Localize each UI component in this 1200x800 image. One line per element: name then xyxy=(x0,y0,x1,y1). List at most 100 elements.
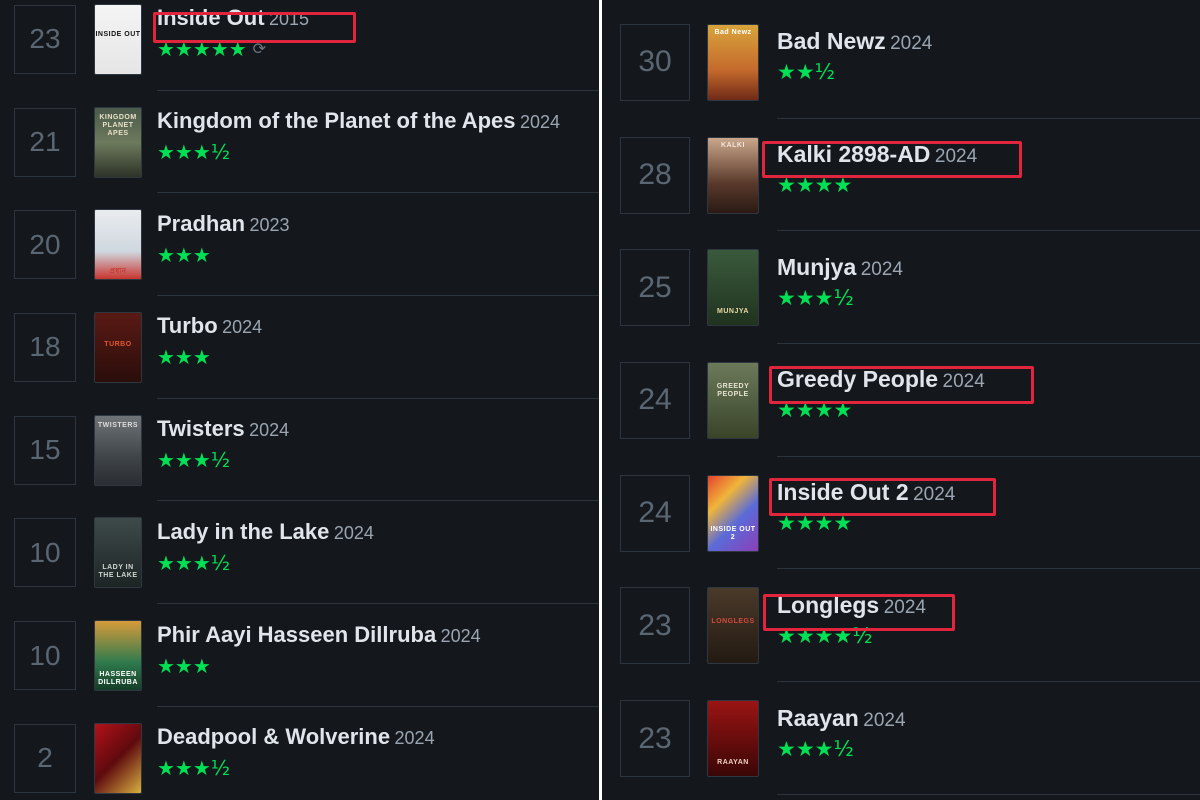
rank-number: 23 xyxy=(620,700,690,778)
film-year[interactable]: 2024 xyxy=(861,259,903,280)
film-poster[interactable]: LADY IN THE LAKE xyxy=(94,517,142,589)
rating-stars: ★★★½ xyxy=(777,736,854,761)
poster-text: HASSEEN DILLRUBA xyxy=(98,671,138,687)
film-title[interactable]: Twisters xyxy=(157,416,245,441)
poster-text: MUNJYA xyxy=(717,308,749,316)
rank-number: 28 xyxy=(620,136,690,214)
poster-text: RAAYAN xyxy=(717,759,749,767)
star-rating: ★★★½ xyxy=(157,756,230,780)
left-film-list: 23 INSIDE OUT Inside Out 2015 ★★★★★ ⟳ 21 KINGD… xyxy=(0,0,599,800)
film-title-line[interactable]: Raayan 2024 xyxy=(777,705,906,732)
right-film-list: 30 Bad Newz Bad Newz 2024 ★★½ 28 KALKI Kalki 2… xyxy=(602,0,1200,800)
film-poster[interactable]: Bad Newz xyxy=(707,23,759,101)
rank-number: 30 xyxy=(620,23,690,101)
film-row-kingdom-of-the-planet-of-the-apes[interactable]: 21 KINGDOM PLANET APES Kingdom of the Plan… xyxy=(0,91,599,194)
film-row-phir-aayi-hasseen-dillruba[interactable]: 10 HASSEEN DILLRUBA Phir Aayi Hasseen Dill… xyxy=(0,604,599,707)
rank-number: 24 xyxy=(620,474,690,552)
poster-text: TWISTERS xyxy=(97,421,139,429)
highlight-box xyxy=(769,366,1034,404)
star-rating: ★★½ xyxy=(777,60,835,84)
star-rating: ★★★½ xyxy=(777,737,854,761)
poster-text: TURBO xyxy=(104,340,132,348)
poster-text: প্রধান xyxy=(109,268,127,276)
film-row-twisters[interactable]: 15 TWISTERS Twisters 2024 ★★★½ xyxy=(0,399,599,502)
film-title-line[interactable]: Deadpool & Wolverine 2024 xyxy=(157,724,435,750)
film-poster[interactable] xyxy=(94,722,142,794)
film-title[interactable]: Munjya xyxy=(777,254,856,280)
film-title-line[interactable]: Munjya 2024 xyxy=(777,254,903,281)
rank-number: 23 xyxy=(620,587,690,665)
film-poster[interactable]: RAAYAN xyxy=(707,700,759,778)
star-rating: ★★★ xyxy=(157,654,211,678)
film-row-munjya[interactable]: 25 MUNJYA Munjya 2024 ★★★½ xyxy=(602,231,1200,345)
film-year[interactable]: 2023 xyxy=(249,215,289,235)
film-row-deadpool-wolverine[interactable]: 2 Deadpool & Wolverine 2024 ★★★½ xyxy=(0,707,599,800)
rating-stars: ★★★½ xyxy=(157,448,231,473)
film-title-line[interactable]: Kingdom of the Planet of the Apes 2024 xyxy=(157,108,560,134)
poster-text: LONGLEGS xyxy=(711,618,755,626)
rank-number: 24 xyxy=(620,361,690,439)
star-rating: ★★★½ xyxy=(777,286,854,310)
film-row-lady-in-the-lake[interactable]: 10 LADY IN THE LAKE Lady in the Lake 2024 ★… xyxy=(0,502,599,605)
film-year[interactable]: 2024 xyxy=(441,626,481,646)
film-year[interactable]: 2024 xyxy=(395,728,435,748)
rank-number: 20 xyxy=(14,210,76,280)
film-title[interactable]: Turbo xyxy=(157,313,218,338)
film-poster[interactable]: LONGLEGS xyxy=(707,587,759,665)
film-title-line[interactable]: Pradhan 2023 xyxy=(157,211,290,237)
film-title-line[interactable]: Turbo 2024 xyxy=(157,313,262,339)
film-year[interactable]: 2024 xyxy=(222,317,262,337)
film-row-pradhan[interactable]: 20 প্রধান Pradhan 2023 ★★★ xyxy=(0,193,599,297)
rating-stars: ★★★ xyxy=(157,653,211,678)
film-title[interactable]: Pradhan xyxy=(157,211,245,236)
poster-text: KALKI xyxy=(721,141,745,149)
film-poster[interactable]: KALKI xyxy=(707,136,759,214)
film-poster[interactable]: TWISTERS xyxy=(94,414,142,486)
rank-number: 25 xyxy=(620,249,690,327)
film-poster[interactable]: প্রধান xyxy=(94,209,142,281)
film-title[interactable]: Lady in the Lake xyxy=(157,519,329,544)
film-title[interactable]: Phir Aayi Hasseen Dillruba xyxy=(157,622,436,647)
star-rating: ★★★½ xyxy=(157,140,230,164)
rank-number: 18 xyxy=(14,312,76,382)
film-title[interactable]: Bad Newz xyxy=(777,28,886,54)
poster-text: INSIDE OUT 2 xyxy=(710,525,756,541)
rating-stars: ★★★½ xyxy=(777,285,854,310)
film-poster[interactable]: MUNJYA xyxy=(707,249,759,327)
poster-text: KINGDOM PLANET APES xyxy=(99,113,137,137)
film-row-bad-newz[interactable]: 30 Bad Newz Bad Newz 2024 ★★½ xyxy=(602,6,1200,119)
star-rating: ★★★½ xyxy=(157,448,230,472)
film-year[interactable]: 2024 xyxy=(334,523,374,543)
film-title[interactable]: Kingdom of the Planet of the Apes xyxy=(157,108,516,133)
highlight-box xyxy=(762,141,1022,178)
star-rating: ★★★ xyxy=(157,243,211,267)
rating-stars: ★★½ xyxy=(777,60,836,85)
star-rating: ★★★½ xyxy=(157,551,230,575)
film-year[interactable]: 2024 xyxy=(890,33,932,54)
film-year[interactable]: 2024 xyxy=(249,420,289,440)
film-row-turbo[interactable]: 18 TURBO Turbo 2024 ★★★ xyxy=(0,296,599,399)
film-poster[interactable]: KINGDOM PLANET APES xyxy=(94,106,142,178)
poster-text: Bad Newz xyxy=(714,28,752,36)
film-title[interactable]: Raayan xyxy=(777,705,859,731)
film-poster[interactable]: GREEDY PEOPLE xyxy=(707,361,759,439)
rating-stars: ★★★ xyxy=(157,242,211,267)
film-poster[interactable]: TURBO xyxy=(94,311,142,383)
poster-text: GREEDY PEOPLE xyxy=(716,382,750,398)
poster-text: LADY IN THE LAKE xyxy=(98,564,138,580)
rating-stars: ★★★½ xyxy=(157,550,231,575)
rank-number: 21 xyxy=(14,107,76,177)
star-rating: ★★★ xyxy=(157,345,211,369)
film-year[interactable]: 2024 xyxy=(863,710,905,731)
film-row-raayan[interactable]: 23 RAAYAN Raayan 2024 ★★★½ xyxy=(602,682,1200,795)
film-title-line[interactable]: Phir Aayi Hasseen Dillruba 2024 xyxy=(157,622,481,648)
rank-number: 15 xyxy=(14,415,76,485)
film-year[interactable]: 2024 xyxy=(520,112,560,132)
film-poster[interactable]: HASSEEN DILLRUBA xyxy=(94,620,142,692)
film-title-line[interactable]: Lady in the Lake 2024 xyxy=(157,519,374,545)
film-title-line[interactable]: Bad Newz 2024 xyxy=(777,28,932,55)
film-poster[interactable]: INSIDE OUT xyxy=(94,3,142,75)
film-title[interactable]: Deadpool & Wolverine xyxy=(157,724,390,749)
film-poster[interactable]: INSIDE OUT 2 xyxy=(707,474,759,552)
film-title-line[interactable]: Twisters 2024 xyxy=(157,416,289,442)
